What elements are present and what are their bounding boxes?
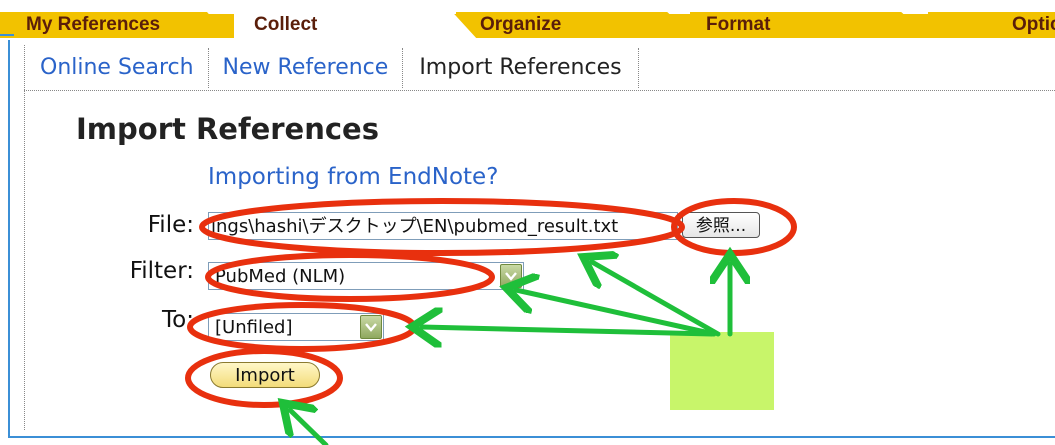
- arrow-to-folder: [422, 327, 715, 334]
- file-highlight-circle: [199, 198, 685, 256]
- import-highlight-circle: [185, 348, 343, 408]
- browse-highlight-circle: [671, 198, 797, 256]
- annotation-circles: [185, 198, 797, 408]
- arrow-to-import: [290, 410, 329, 445]
- annotation-overlay: [185, 198, 797, 445]
- filter-highlight-circle: [205, 252, 495, 302]
- annotation-arrows: [290, 262, 730, 445]
- to-highlight-circle: [187, 302, 417, 352]
